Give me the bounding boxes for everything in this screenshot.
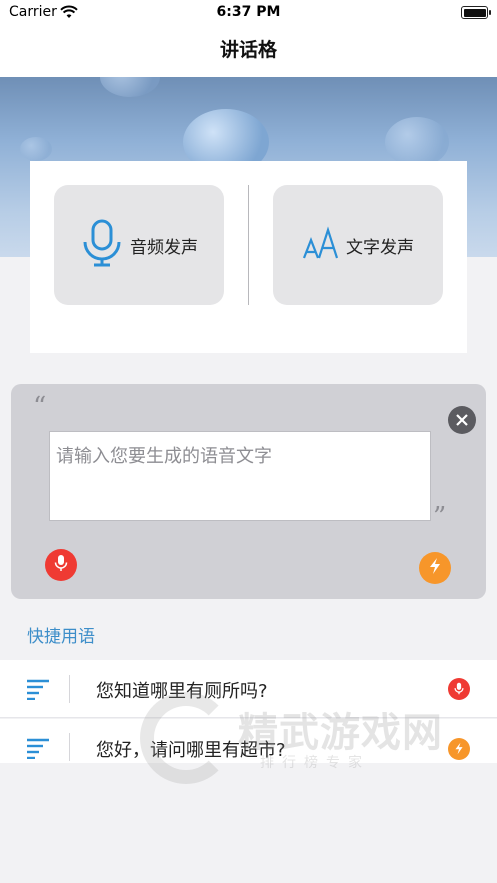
audio-mode-label: 音频发声: [130, 237, 198, 258]
phrase-record-button[interactable]: [448, 678, 470, 700]
quick-speak-button[interactable]: [419, 552, 451, 584]
bolt-icon: [428, 557, 442, 579]
phrase-row[interactable]: 您好，请问哪里有超市?: [0, 719, 497, 763]
text-size-icon: [302, 226, 340, 264]
phrase-text: 您知道哪里有厕所吗?: [96, 681, 268, 702]
speech-text-input[interactable]: [49, 431, 431, 521]
phrase-text: 您好，请问哪里有超市?: [96, 740, 286, 761]
audio-mode-button[interactable]: 音频发声: [54, 185, 224, 305]
quick-phrases-title: 快捷用语: [27, 627, 95, 647]
balloon-decoration: [385, 117, 449, 167]
status-bar: Carrier 6:37 PM: [0, 0, 497, 26]
battery-icon: [461, 6, 491, 19]
close-quote-icon: ”: [433, 502, 447, 532]
row-divider: [69, 733, 70, 761]
battery-fill: [463, 8, 486, 17]
nav-bar: 讲话格: [0, 26, 497, 77]
text-mode-label: 文字发声: [346, 237, 414, 258]
balloon-decoration: [100, 77, 160, 97]
record-button[interactable]: [45, 549, 77, 581]
mode-card: 音频发声 文字发声: [30, 161, 467, 353]
open-quote-icon: “: [33, 392, 47, 422]
mic-icon: [454, 680, 464, 699]
microphone-icon: [80, 218, 124, 272]
mode-divider: [248, 185, 249, 305]
phrase-row[interactable]: 您知道哪里有厕所吗?: [0, 660, 497, 718]
page-title: 讲话格: [219, 39, 277, 61]
phrase-quick-speak-button[interactable]: [448, 738, 470, 760]
input-panel: “ ”: [11, 384, 486, 599]
clock: 6:37 PM: [216, 4, 281, 20]
list-icon: [26, 678, 50, 704]
balloon-decoration: [20, 137, 52, 161]
close-icon: [456, 411, 468, 430]
clear-button[interactable]: [448, 406, 476, 434]
mic-icon: [54, 554, 68, 576]
list-icon: [26, 737, 50, 763]
row-divider: [69, 675, 70, 703]
text-mode-button[interactable]: 文字发声: [273, 185, 443, 305]
bolt-icon: [454, 740, 464, 759]
